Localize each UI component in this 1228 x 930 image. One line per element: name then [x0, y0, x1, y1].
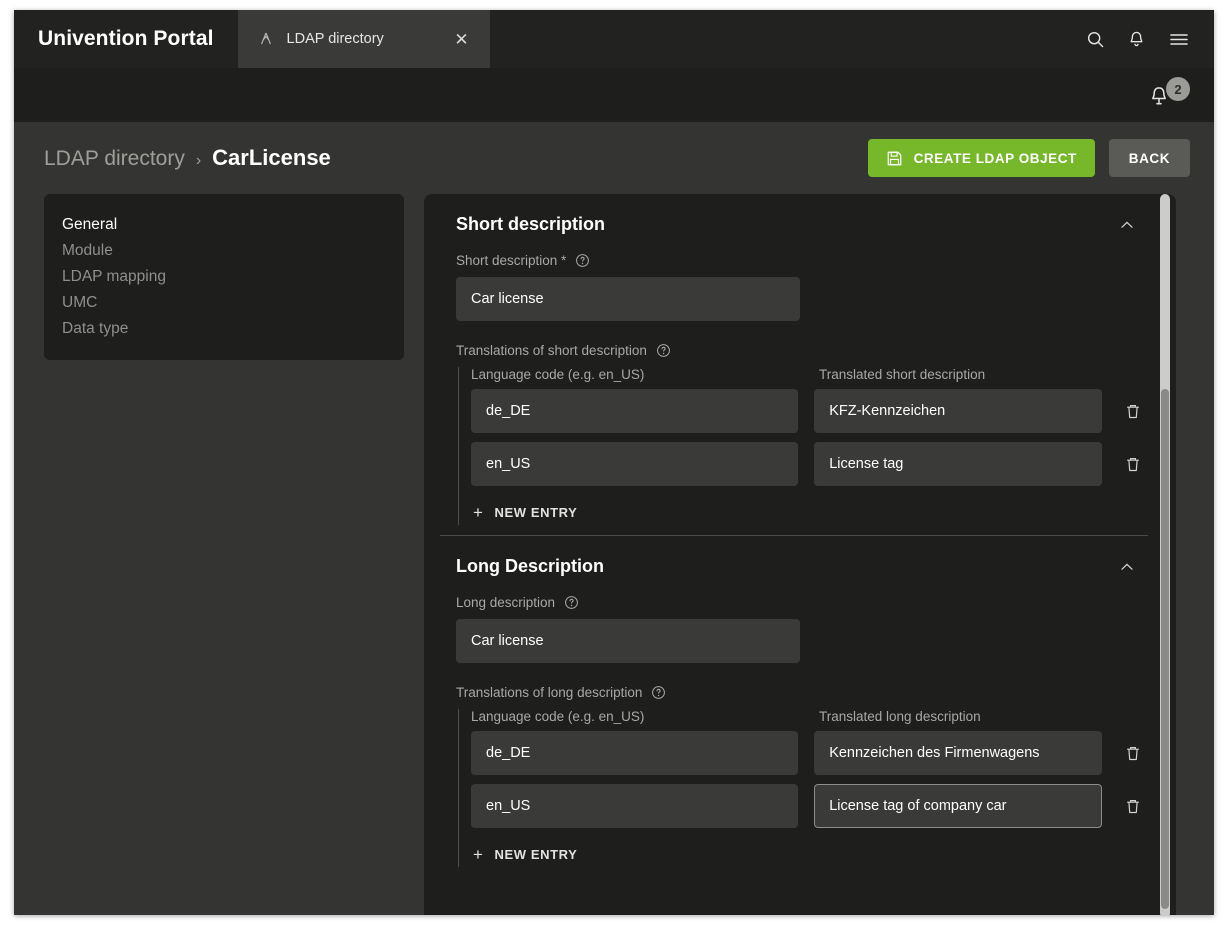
chevron-up-icon[interactable]: [1118, 558, 1136, 576]
field-label-text: Short description *: [456, 253, 567, 268]
help-circle-icon[interactable]: [564, 595, 579, 610]
trash-icon[interactable]: [1118, 396, 1148, 426]
field-label-text: Long description: [456, 595, 556, 610]
translations-long-label: Translations of long description: [456, 663, 1148, 709]
translations-column-headers: Language code (e.g. en_US) Translated sh…: [471, 367, 1148, 389]
hamburger-menu-icon[interactable]: [1168, 30, 1190, 49]
translation-input[interactable]: [814, 731, 1102, 775]
trash-icon[interactable]: [1118, 449, 1148, 479]
chevron-up-icon[interactable]: [1118, 216, 1136, 234]
long-description-input[interactable]: [456, 619, 800, 663]
short-description-input[interactable]: [456, 277, 800, 321]
new-entry-label: NEW ENTRY: [494, 847, 578, 862]
language-code-input[interactable]: [471, 442, 799, 486]
plus-icon: +: [473, 845, 484, 864]
short-description-label: Short description *: [456, 253, 1148, 277]
search-icon[interactable]: [1086, 30, 1105, 49]
trash-icon[interactable]: [1118, 738, 1148, 768]
new-entry-button[interactable]: + NEW ENTRY: [471, 837, 581, 867]
sidebar-item-module[interactable]: Module: [62, 238, 404, 264]
section-nav-sidebar: General Module LDAP mapping UMC Data typ…: [44, 194, 404, 360]
column-header-translation: Translated long description: [819, 709, 981, 724]
notification-bar: 2: [14, 68, 1214, 122]
create-ldap-object-button[interactable]: CREATE LDAP OBJECT: [867, 139, 1095, 177]
close-icon[interactable]: ✕: [452, 29, 472, 49]
bell-icon[interactable]: [1127, 30, 1146, 49]
long-description-label: Long description: [456, 595, 1148, 619]
breadcrumb-parent[interactable]: LDAP directory: [44, 147, 185, 171]
plus-icon: +: [473, 503, 484, 522]
translation-input[interactable]: [814, 389, 1102, 433]
translations-short-group: Language code (e.g. en_US) Translated sh…: [458, 367, 1148, 525]
section-title: Long Description: [456, 556, 604, 576]
language-code-input[interactable]: [471, 731, 799, 775]
table-row: [471, 731, 1148, 775]
help-circle-icon[interactable]: [651, 685, 666, 700]
trash-icon[interactable]: [1118, 791, 1148, 821]
form-panel: Short description Short description * Ca…: [424, 194, 1176, 915]
language-code-input[interactable]: [471, 389, 799, 433]
panel-scrollbar-thumb[interactable]: [1161, 389, 1169, 909]
table-row: [471, 442, 1148, 486]
app-window: Univention Portal LDAP directory ✕ 2 LDA…: [14, 10, 1214, 915]
portal-brand-title: Univention Portal: [14, 10, 238, 68]
translation-input[interactable]: [814, 442, 1102, 486]
breadcrumb-separator-icon: ›: [195, 152, 202, 169]
column-header-language-code: Language code (e.g. en_US): [471, 367, 645, 382]
translations-long-group: Language code (e.g. en_US) Translated lo…: [458, 709, 1148, 867]
translation-input[interactable]: [814, 784, 1102, 828]
univention-ldap-icon: [260, 32, 271, 45]
section-header[interactable]: Long Description: [440, 536, 1148, 595]
translations-column-headers: Language code (e.g. en_US) Translated lo…: [471, 709, 1148, 731]
notification-badge: 2: [1166, 77, 1190, 101]
tab-label: LDAP directory: [286, 31, 384, 47]
column-header-language-code: Language code (e.g. en_US): [471, 709, 645, 724]
new-entry-label: NEW ENTRY: [494, 505, 578, 520]
page-header: LDAP directory › CarLicense CREATE LDAP …: [14, 122, 1214, 194]
page-title: CarLicense: [212, 145, 331, 170]
section-header[interactable]: Short description: [440, 194, 1148, 253]
save-floppy-icon: [887, 151, 901, 165]
translations-short-label: Translations of short description: [456, 321, 1148, 367]
section-short-description: Short description Short description * Ca…: [424, 194, 1176, 536]
sidebar-item-ldap-mapping[interactable]: LDAP mapping: [62, 264, 404, 290]
help-circle-icon[interactable]: [575, 253, 590, 268]
field-label-text: Translations of short description: [456, 343, 647, 358]
page-body: General Module LDAP mapping UMC Data typ…: [14, 194, 1214, 915]
sidebar-item-data-type[interactable]: Data type: [62, 316, 404, 342]
notification-button[interactable]: 2: [1146, 77, 1190, 111]
help-circle-icon[interactable]: [656, 343, 671, 358]
browser-tab-bar: Univention Portal LDAP directory ✕: [14, 10, 1214, 68]
column-header-translation: Translated short description: [819, 367, 986, 382]
tab-ldap-directory[interactable]: LDAP directory ✕: [237, 10, 490, 68]
table-row: [471, 784, 1148, 828]
sidebar-item-umc[interactable]: UMC: [62, 290, 404, 316]
new-entry-button[interactable]: + NEW ENTRY: [471, 495, 581, 525]
table-row: [471, 389, 1148, 433]
field-label-text: Translations of long description: [456, 685, 643, 700]
back-button[interactable]: BACK: [1108, 139, 1190, 177]
tab-bar-spacer: [489, 10, 1076, 68]
section-title: Short description: [456, 214, 606, 234]
sidebar-item-general[interactable]: General: [62, 212, 404, 238]
breadcrumb: LDAP directory › CarLicense: [44, 145, 868, 171]
section-long-description: Long Description Long description Car li…: [424, 536, 1176, 867]
language-code-input[interactable]: [471, 784, 799, 828]
window-toolbar: [1076, 10, 1214, 68]
create-ldap-object-label: CREATE LDAP OBJECT: [913, 150, 1077, 166]
panel-scrollbar-track[interactable]: [1160, 194, 1170, 915]
